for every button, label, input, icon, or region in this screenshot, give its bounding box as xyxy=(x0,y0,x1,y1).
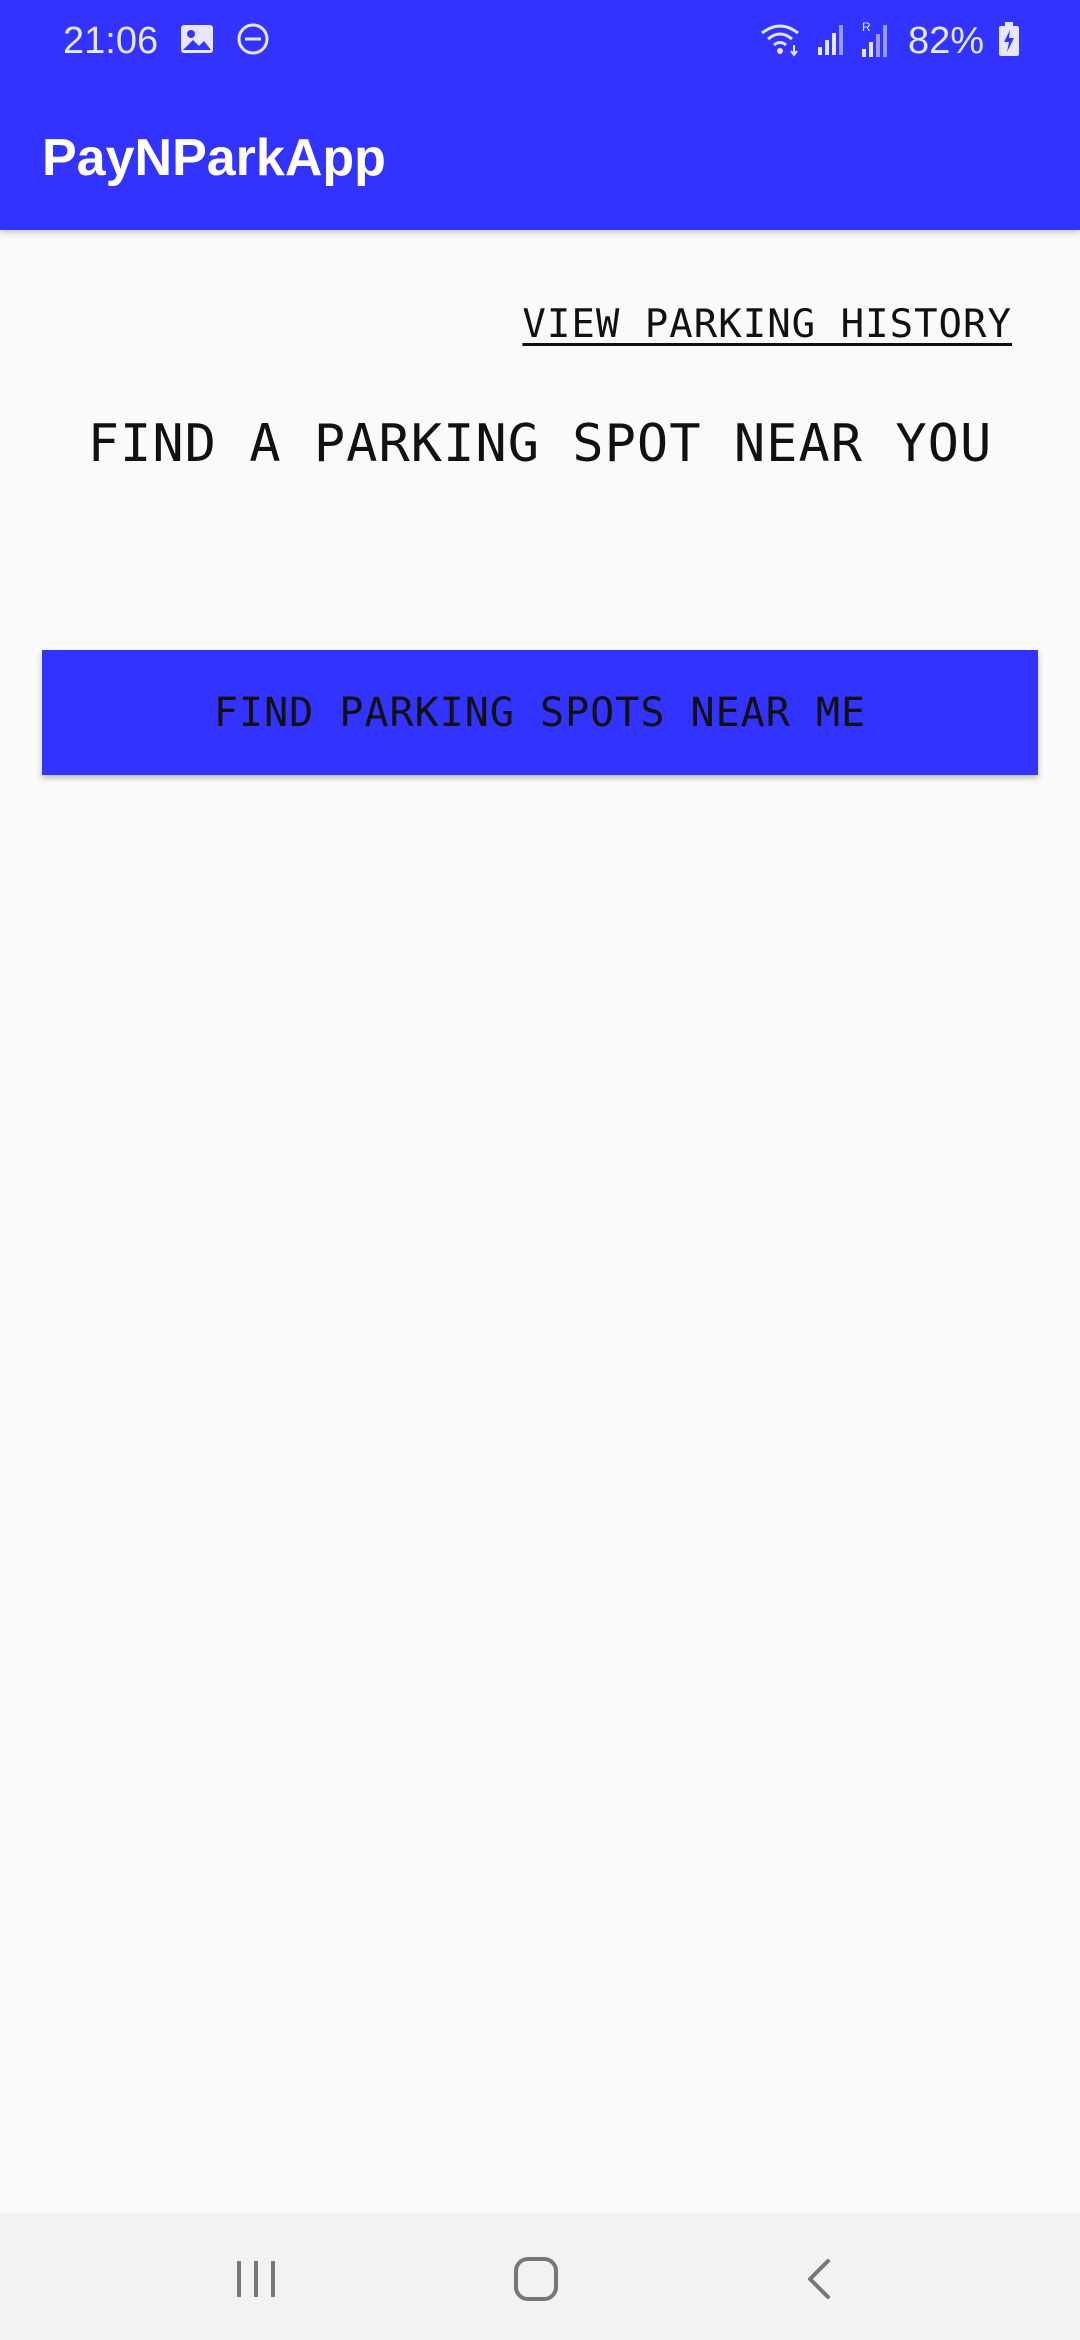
status-right: R 82% xyxy=(758,16,1020,66)
recent-apps-icon[interactable] xyxy=(216,2244,296,2314)
gallery-icon xyxy=(180,24,214,59)
svg-text:R: R xyxy=(862,20,871,34)
navigation-bar xyxy=(0,2214,1080,2340)
signal-icon xyxy=(816,21,846,62)
app-bar: PayNParkApp xyxy=(0,82,1080,230)
do-not-disturb-icon xyxy=(236,22,270,61)
view-parking-history-link[interactable]: VIEW PARKING HISTORY xyxy=(522,302,1012,347)
home-icon[interactable] xyxy=(496,2244,576,2314)
battery-percent: 82% xyxy=(907,19,984,62)
wifi-icon xyxy=(758,21,802,62)
back-icon[interactable] xyxy=(778,2244,858,2314)
signal-roaming-icon: R xyxy=(860,19,894,64)
status-time: 21:06 xyxy=(63,19,159,62)
find-parking-spots-button[interactable]: FIND PARKING SPOTS NEAR ME xyxy=(42,650,1038,775)
app-title: PayNParkApp xyxy=(42,129,386,187)
page-heading: FIND A PARKING SPOT NEAR YOU xyxy=(87,414,993,474)
battery-charging-icon xyxy=(998,21,1020,62)
status-bar: 21:06 R 82% xyxy=(0,0,1080,82)
status-left: 21:06 xyxy=(63,16,270,66)
